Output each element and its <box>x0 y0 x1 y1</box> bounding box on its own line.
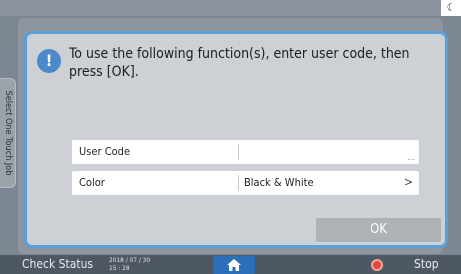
stop-button[interactable]: Stop <box>414 255 439 274</box>
home-button[interactable] <box>213 256 255 274</box>
user-code-field[interactable]: User Code ... <box>72 140 419 164</box>
check-status-button[interactable]: Check Status <box>22 255 93 274</box>
screen: ☾ Select One Touch Job ! To use the foll… <box>0 0 461 274</box>
chevron-right-icon: > <box>403 175 413 189</box>
home-icon <box>227 259 241 271</box>
top-bar: ☾ <box>0 0 461 16</box>
stop-icon[interactable] <box>371 259 383 271</box>
field-divider <box>238 175 239 191</box>
time-text: 15 : 28 <box>109 263 130 272</box>
ok-button[interactable]: OK <box>316 218 441 242</box>
ellipsis-icon: ... <box>407 153 415 163</box>
field-divider <box>238 144 239 160</box>
status-bar: Check Status 2018 / 07 / 30 15 : 28 Stop <box>0 255 461 274</box>
date-time-display: 2018 / 07 / 30 15 : 28 <box>109 256 150 272</box>
info-alert-icon: ! <box>37 49 61 73</box>
dialog-message: To use the following function(s), enter … <box>69 46 410 80</box>
select-one-touch-job-tab[interactable]: Select One Touch Job <box>0 78 16 188</box>
user-code-dialog: ! To use the following function(s), ente… <box>24 31 448 248</box>
color-setting-row[interactable]: Color Black & White > <box>72 171 419 195</box>
side-tab-label: Select One Touch Job <box>2 90 13 176</box>
user-code-label: User Code <box>79 145 131 158</box>
color-label: Color <box>79 176 105 189</box>
color-value: Black & White <box>244 176 314 189</box>
energy-saver-moon-icon[interactable]: ☾ <box>441 0 461 16</box>
